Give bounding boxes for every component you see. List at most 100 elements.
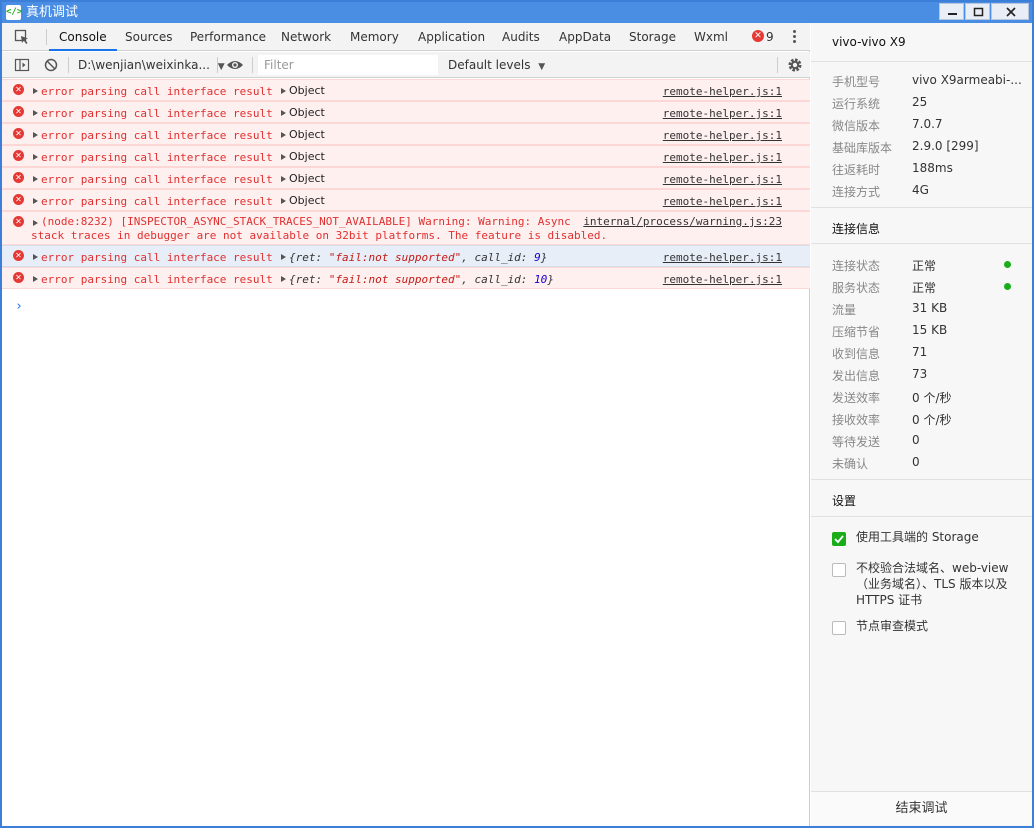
error-icon: ✕ [13, 172, 24, 183]
source-link[interactable]: remote-helper.js:1 [663, 107, 782, 120]
info-label: 连接方式 [832, 185, 881, 199]
object-expand-icon[interactable] [281, 254, 286, 260]
console-row[interactable]: ✕ error parsing call interface result Ob… [2, 79, 810, 101]
settings-section-title: 设置 [832, 494, 857, 508]
live-expression-eye-icon[interactable] [226, 59, 244, 71]
source-link[interactable]: remote-helper.js:1 [663, 129, 782, 142]
expand-caret-icon[interactable] [33, 176, 38, 182]
gear-icon[interactable] [787, 57, 803, 73]
close-button[interactable] [991, 3, 1029, 20]
toolbar-divider [68, 57, 69, 73]
object-preview[interactable]: Object [289, 194, 325, 207]
object-preview[interactable]: {ret: "fail:not supported", call_id: 10} [289, 273, 554, 286]
devtools-logo-icon: </> [6, 5, 22, 20]
context-selector-label: D:\wenjian\weixinka... [78, 58, 210, 72]
expand-caret-icon[interactable] [33, 154, 38, 160]
console-warning-row[interactable]: ✕ (node:8232) [INSPECTOR_ASYNC_STACK_TRA… [2, 211, 810, 245]
info-label: 流量 [832, 303, 857, 317]
object-expand-icon[interactable] [281, 110, 286, 116]
error-icon: ✕ [13, 272, 24, 283]
end-debug-button[interactable]: 结束调试 [811, 791, 1032, 825]
console-row[interactable]: ✕ error parsing call interface result Ob… [2, 145, 810, 167]
clear-console-icon[interactable] [44, 58, 58, 72]
checkbox-label[interactable]: 使用工具端的 Storage [856, 529, 1016, 545]
expand-caret-icon[interactable] [33, 254, 38, 260]
console-message: error parsing call interface result [41, 107, 273, 120]
info-label: 等待发送 [832, 435, 881, 449]
log-levels-dropdown[interactable]: Default levels ▼ [448, 52, 545, 78]
source-link[interactable]: remote-helper.js:1 [663, 195, 782, 208]
console-row[interactable]: ✕ error parsing call interface result Ob… [2, 123, 810, 145]
console-row[interactable]: ✕ error parsing call interface result Ob… [2, 189, 810, 211]
console-row[interactable]: ✕ error parsing call interface result {r… [2, 245, 810, 267]
tab-network[interactable]: Network [281, 23, 331, 51]
error-icon: ✕ [13, 250, 24, 261]
console-message: error parsing call interface result [41, 173, 273, 186]
tab-sources[interactable]: Sources [125, 23, 172, 51]
expand-caret-icon[interactable] [33, 276, 38, 282]
source-link[interactable]: remote-helper.js:1 [663, 151, 782, 164]
error-icon: ✕ [13, 128, 24, 139]
tab-application[interactable]: Application [418, 23, 485, 51]
tab-appdata[interactable]: AppData [559, 23, 611, 51]
console-row[interactable]: ✕ error parsing call interface result Ob… [2, 167, 810, 189]
object-expand-icon[interactable] [281, 154, 286, 160]
source-link[interactable]: remote-helper.js:1 [663, 251, 782, 264]
object-preview[interactable]: Object [289, 84, 325, 97]
source-link[interactable]: remote-helper.js:1 [663, 85, 782, 98]
object-expand-icon[interactable] [281, 132, 286, 138]
filter-input[interactable] [258, 55, 438, 75]
error-count[interactable]: 9 [766, 23, 774, 51]
console-row[interactable]: ✕ error parsing call interface result {r… [2, 267, 810, 289]
use-tool-storage-checkbox[interactable] [832, 532, 846, 546]
toolbar-divider [252, 57, 253, 73]
object-preview[interactable]: Object [289, 128, 325, 141]
expand-caret-icon[interactable] [33, 110, 38, 116]
expand-caret-icon[interactable] [33, 88, 38, 94]
checkbox-label[interactable]: 节点审查模式 [856, 618, 1016, 634]
info-label: 接收效率 [832, 413, 881, 427]
connection-section-title: 连接信息 [832, 222, 881, 236]
object-preview[interactable]: Object [289, 172, 325, 185]
error-count-icon[interactable]: ✕ [752, 30, 764, 42]
minimize-button[interactable] [939, 3, 964, 20]
tab-wxml[interactable]: Wxml [694, 23, 728, 51]
console-message: error parsing call interface result [41, 195, 273, 208]
tab-performance[interactable]: Performance [190, 23, 266, 51]
expand-caret-icon[interactable] [33, 198, 38, 204]
object-expand-icon[interactable] [281, 276, 286, 282]
info-value: 15 KB [912, 323, 948, 337]
console-prompt-icon[interactable]: › [15, 299, 23, 314]
source-link[interactable]: remote-helper.js:1 [663, 173, 782, 186]
tab-console[interactable]: Console [49, 23, 117, 51]
title-bar[interactable]: </> 真机调试 [2, 2, 1032, 23]
divider [811, 243, 1032, 244]
checkbox-label[interactable]: 不校验合法域名、web-view（业务域名）、TLS 版本以及 HTTPS 证书 [856, 560, 1016, 608]
console-row[interactable]: ✕ error parsing call interface result Ob… [2, 101, 810, 123]
toolbar-divider [217, 57, 218, 73]
expand-caret-icon[interactable] [33, 220, 38, 226]
tab-storage[interactable]: Storage [629, 23, 676, 51]
context-selector[interactable]: D:\wenjian\weixinka... ▼ [78, 52, 225, 78]
object-expand-icon[interactable] [281, 88, 286, 94]
inspect-element-icon[interactable] [14, 29, 30, 45]
maximize-button[interactable] [965, 3, 990, 20]
expand-caret-icon[interactable] [33, 132, 38, 138]
info-value: 0 个/秒 [912, 413, 952, 427]
tab-memory[interactable]: Memory [350, 23, 399, 51]
skip-domain-check-checkbox[interactable] [832, 563, 846, 577]
object-preview[interactable]: {ret: "fail:not supported", call_id: 9} [289, 251, 547, 264]
object-preview[interactable]: Object [289, 106, 325, 119]
source-link[interactable]: internal/process/warning.js:23 [583, 215, 782, 228]
console-log[interactable]: ✕ error parsing call interface result Ob… [2, 79, 810, 826]
tab-audits[interactable]: Audits [502, 23, 540, 51]
object-expand-icon[interactable] [281, 176, 286, 182]
object-expand-icon[interactable] [281, 198, 286, 204]
sidebar-toggle-icon[interactable] [14, 57, 30, 73]
more-options-icon[interactable] [788, 29, 802, 45]
info-value: 7.0.7 [912, 117, 943, 131]
error-icon: ✕ [13, 84, 24, 95]
node-inspect-checkbox[interactable] [832, 621, 846, 635]
object-preview[interactable]: Object [289, 150, 325, 163]
source-link[interactable]: remote-helper.js:1 [663, 273, 782, 286]
